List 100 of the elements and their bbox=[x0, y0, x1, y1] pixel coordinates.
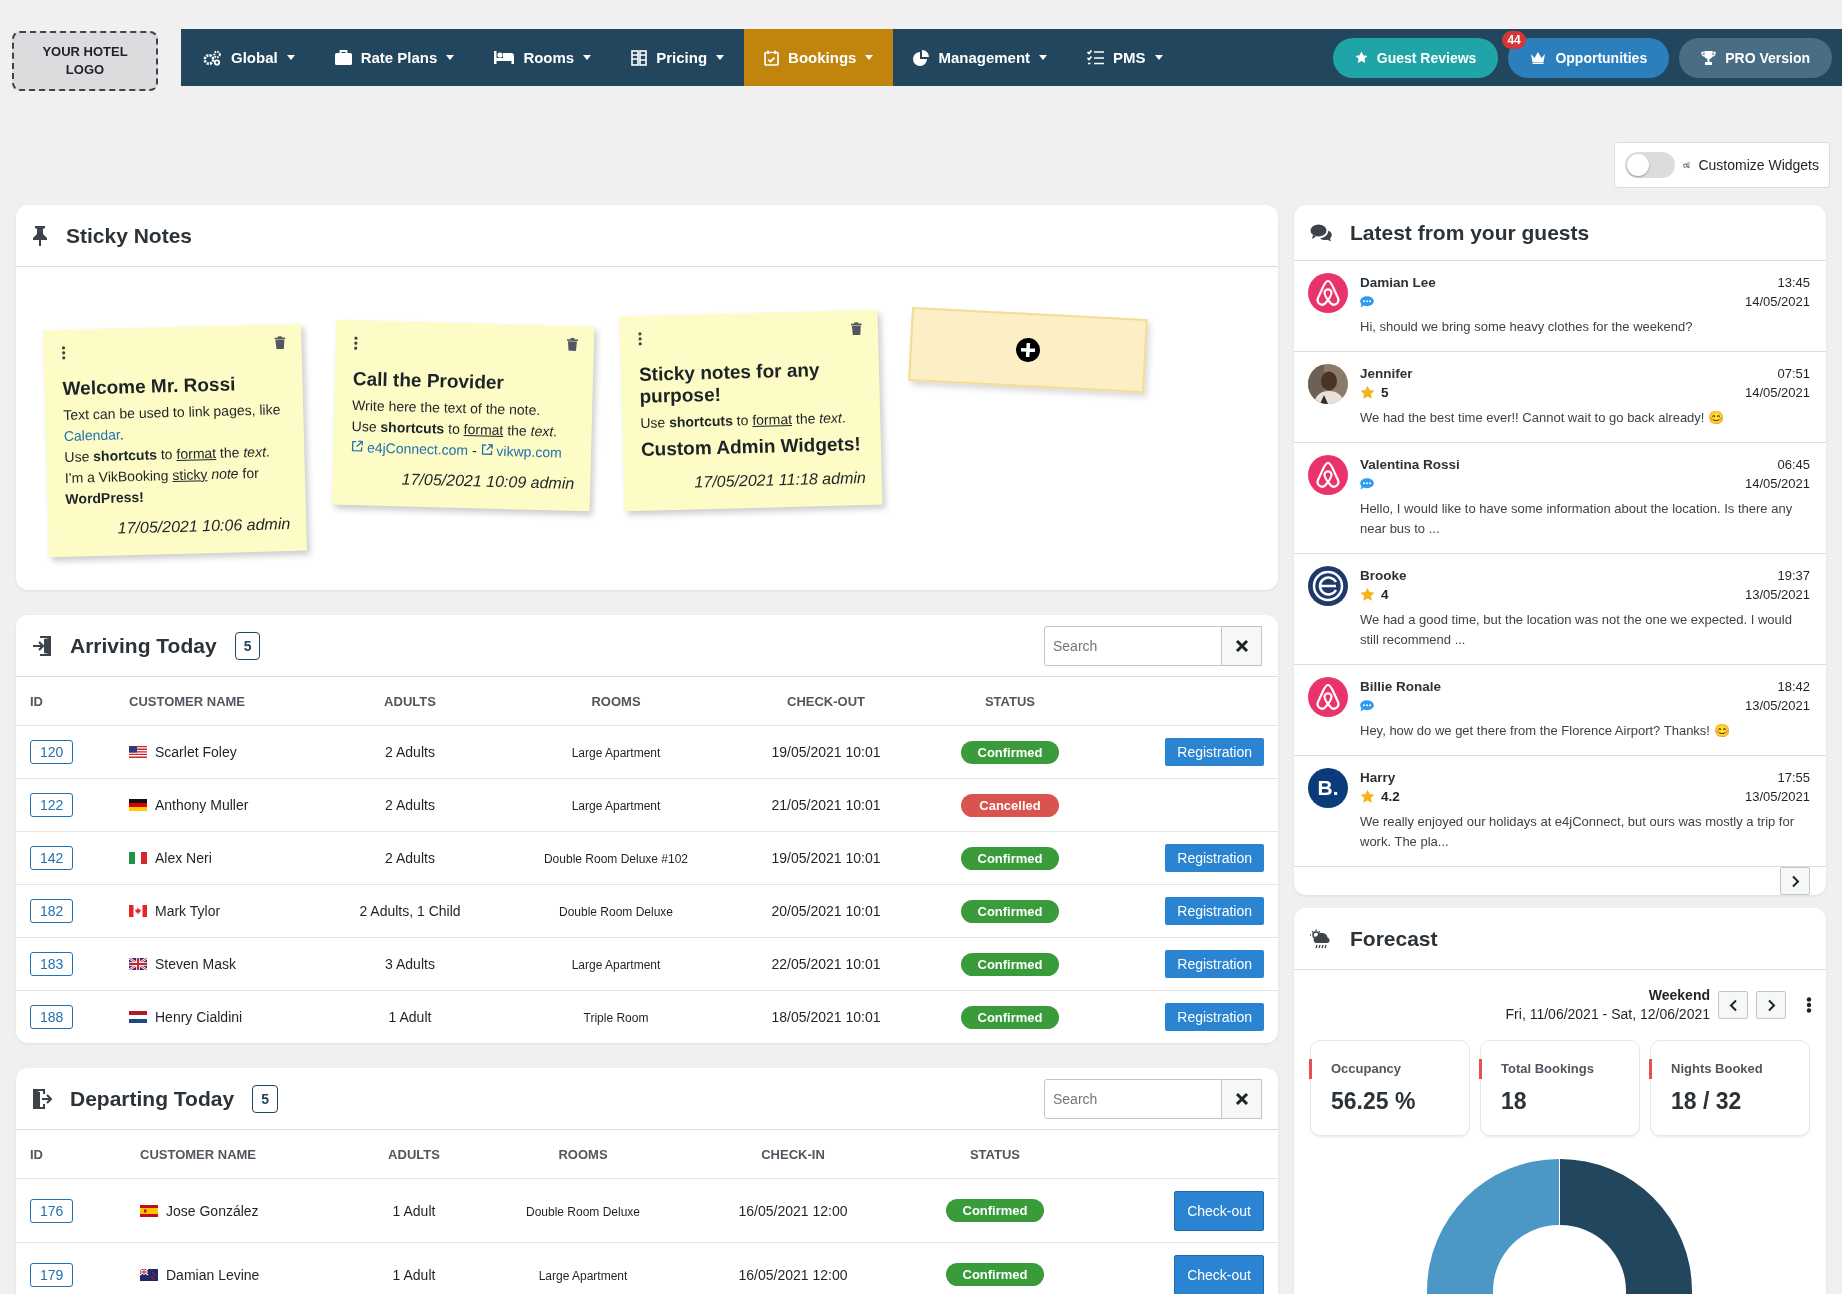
nav-menu-item[interactable]: Bookings bbox=[744, 29, 894, 86]
table-cell: Triple Room bbox=[583, 1011, 649, 1025]
table-cell: 16/05/2021 12:00 bbox=[738, 1202, 848, 1219]
table-cell: Double Room Deluxe #102 bbox=[543, 852, 689, 866]
star-icon bbox=[1360, 587, 1375, 602]
guest-name: Brooke bbox=[1360, 567, 1407, 585]
clear-button[interactable] bbox=[1222, 625, 1262, 666]
check-out-button[interactable]: Check-out bbox=[1174, 1190, 1264, 1231]
nav-menu-item[interactable]: Rooms bbox=[474, 29, 612, 86]
booking-id-link[interactable]: 182 bbox=[30, 899, 74, 923]
trash-icon[interactable] bbox=[850, 322, 863, 336]
check-out-button[interactable]: Check-out bbox=[1174, 1254, 1264, 1294]
registration-button[interactable]: Registration bbox=[1165, 738, 1264, 766]
flag-icon bbox=[129, 746, 147, 758]
notification-badge: 44 bbox=[1502, 30, 1526, 49]
search-field[interactable]: Search bbox=[1044, 625, 1222, 666]
trash-icon[interactable] bbox=[274, 336, 286, 350]
message-text: Hi, should we bring some heavy clothes for the weekend? bbox=[1360, 318, 1694, 336]
note-text: Text can be used to link pages, like bbox=[63, 402, 281, 423]
status-badge: Confirmed bbox=[946, 1199, 1044, 1222]
nav-menu-item[interactable]: Management bbox=[893, 29, 1068, 86]
bed-icon bbox=[494, 51, 515, 64]
close-icon bbox=[1234, 638, 1249, 653]
header-button[interactable]: Guest Reviews bbox=[1332, 37, 1499, 78]
external-link-icon bbox=[351, 440, 364, 453]
panel-title: Arriving Today bbox=[70, 633, 217, 658]
external-link-icon bbox=[480, 443, 493, 456]
column-header: ROOMS bbox=[557, 1146, 609, 1162]
message-time: 13:45 bbox=[1777, 274, 1810, 292]
table-cell: Large Apartment bbox=[571, 746, 661, 760]
nav-menu-item[interactable]: PMS bbox=[1067, 29, 1183, 86]
flag-icon bbox=[129, 905, 147, 917]
booking-id-link[interactable]: 179 bbox=[30, 1262, 74, 1287]
toggle-label: Customize Widgets bbox=[1698, 157, 1819, 173]
message-text: We had a good time, but the location was not the one we expected. I would still recommend ... bbox=[1360, 611, 1793, 649]
trophy-icon bbox=[1701, 50, 1717, 65]
message-date: 14/05/2021 bbox=[1744, 475, 1810, 493]
toggle-switch[interactable] bbox=[1625, 152, 1675, 178]
customer-name: Scarlet Foley bbox=[155, 744, 237, 760]
kebab-icon[interactable] bbox=[1806, 997, 1812, 1013]
table-cell: 1 Adult bbox=[388, 1009, 432, 1025]
loop-logo-icon bbox=[1308, 273, 1348, 313]
table-cell: 19/05/2021 10:01 bbox=[771, 850, 881, 866]
search-field[interactable]: Search bbox=[1044, 1078, 1222, 1119]
status-badge: Cancelled bbox=[961, 793, 1059, 817]
pin-icon bbox=[32, 225, 48, 246]
booking-id-link[interactable]: 183 bbox=[30, 952, 74, 976]
booking-id-link[interactable]: 176 bbox=[30, 1198, 74, 1223]
column-header: CHECK-OUT bbox=[786, 693, 866, 709]
status-badge: Confirmed bbox=[961, 740, 1059, 764]
previous-button[interactable] bbox=[1718, 991, 1748, 1019]
nav-menu-item[interactable]: Global bbox=[183, 29, 315, 86]
link[interactable]: Calendar bbox=[63, 426, 121, 444]
message-date: 13/05/2021 bbox=[1744, 697, 1810, 715]
note-text: WordPress! bbox=[65, 489, 144, 507]
booking-id-link[interactable]: 142 bbox=[30, 846, 74, 870]
trash-icon[interactable] bbox=[566, 337, 579, 351]
guest-name: Valentina Rossi bbox=[1360, 456, 1460, 474]
link[interactable]: e4jConnect.com bbox=[350, 439, 469, 459]
registration-button[interactable]: Registration bbox=[1165, 844, 1264, 872]
registration-button[interactable]: Registration bbox=[1165, 1003, 1264, 1031]
stat-value: 18 bbox=[1501, 1088, 1528, 1115]
note-text: Use shortcuts to format the text. bbox=[351, 419, 558, 440]
kebab-icon[interactable] bbox=[353, 336, 359, 351]
link[interactable]: vikwp.com bbox=[480, 442, 563, 461]
flag-icon bbox=[129, 1011, 147, 1023]
table-cell: 2 Adults bbox=[385, 850, 435, 866]
booking-id-link[interactable]: 188 bbox=[30, 1005, 74, 1029]
kebab-icon[interactable] bbox=[637, 331, 643, 346]
nav-menu-item[interactable]: Rate Plans bbox=[314, 29, 475, 86]
registration-button[interactable]: Registration bbox=[1165, 897, 1264, 925]
guest-name: Jennifer bbox=[1360, 365, 1413, 383]
guest-name: Billie Ronale bbox=[1360, 678, 1442, 696]
flag-icon bbox=[140, 1268, 158, 1281]
message-date: 14/05/2021 bbox=[1744, 293, 1810, 311]
column-header: ID bbox=[30, 693, 44, 709]
kebab-icon[interactable] bbox=[61, 345, 66, 360]
message-date: 14/05/2021 bbox=[1744, 384, 1810, 402]
header-button[interactable]: PRO Version bbox=[1679, 37, 1832, 78]
booking-id-link[interactable]: 122 bbox=[30, 793, 74, 817]
note-title: Welcome Mr. Rossi bbox=[62, 373, 236, 400]
column-header: ID bbox=[30, 1146, 44, 1162]
registration-button[interactable]: Registration bbox=[1165, 950, 1264, 978]
flag-icon bbox=[129, 852, 147, 864]
stat-value: 56.25 % bbox=[1331, 1088, 1417, 1115]
note-title: Sticky notes for any purpose! bbox=[638, 358, 821, 408]
columns-icon bbox=[631, 49, 648, 66]
caret-icon bbox=[286, 55, 295, 60]
customer-name: Steven Mask bbox=[155, 956, 236, 972]
clear-button[interactable] bbox=[1222, 1078, 1262, 1119]
next-button[interactable] bbox=[1756, 991, 1786, 1019]
cloud-rain-icon bbox=[1310, 928, 1332, 949]
booking-id-link[interactable]: 120 bbox=[30, 740, 74, 764]
next-button[interactable] bbox=[1780, 867, 1810, 895]
caret-icon bbox=[716, 55, 725, 60]
panel-title: Departing Today bbox=[70, 1086, 235, 1111]
note-date: 17/05/2021 10:09 admin bbox=[400, 469, 575, 493]
crown-icon bbox=[1530, 51, 1547, 64]
panel-title: Sticky Notes bbox=[66, 223, 193, 248]
nav-menu-item[interactable]: Pricing bbox=[611, 29, 745, 86]
